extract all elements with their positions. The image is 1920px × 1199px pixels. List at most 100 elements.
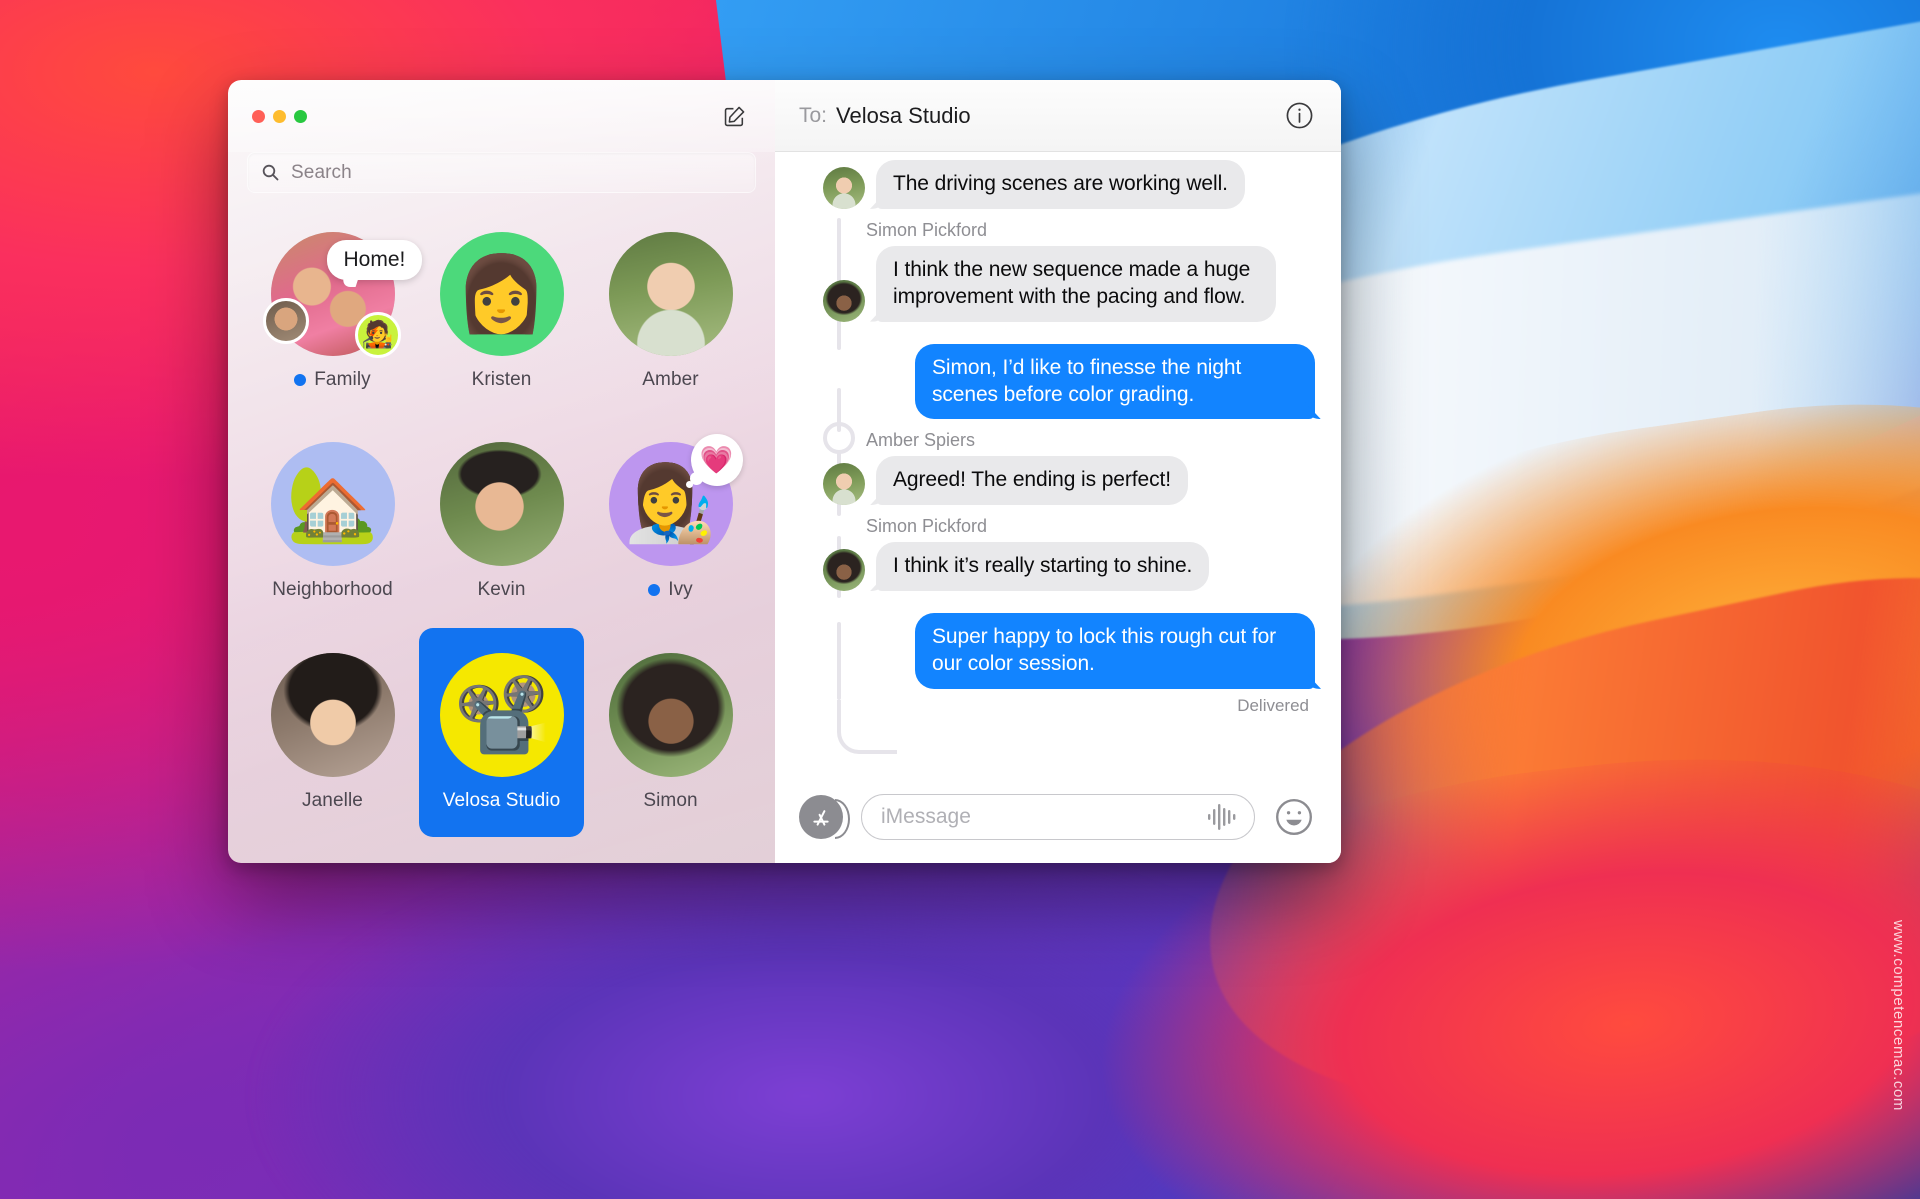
conversation-item-kristen[interactable]: 👩 Kristen [419, 207, 584, 416]
recipient-name: Velosa Studio [836, 102, 971, 128]
message-bubble[interactable]: Simon, I’d like to finesse the night sce… [915, 343, 1315, 420]
message-bubble[interactable]: Agreed! The ending is perfect! [876, 456, 1188, 506]
message-thread[interactable]: The driving scenes are working well. Sim… [775, 152, 1341, 771]
conversation-label: Velosa Studio [443, 790, 561, 812]
watermark: www.competencemac.com [1890, 920, 1907, 1111]
avatar [823, 463, 865, 506]
sender-name: Amber Spiers [866, 430, 976, 451]
message-bubble[interactable]: Super happy to lock this rough cut for o… [915, 613, 1315, 689]
conversation-pane: To: Velosa Studio The driving scenes are… [775, 80, 1341, 863]
conversation-item-simon[interactable]: Simon [588, 628, 753, 837]
contact-photo [270, 653, 395, 778]
avatar-wrap [439, 442, 564, 567]
message-composer: iMessage [775, 771, 1341, 863]
imessage-input[interactable]: iMessage [861, 794, 1255, 840]
heart-reaction-icon: 💗 [689, 434, 743, 487]
conversations-sidebar: Search 🧑‍🎤 Home! Family [228, 80, 775, 863]
message-row: Agreed! The ending is perfect! [801, 456, 1315, 506]
conversation-item-amber[interactable]: Amber [588, 207, 753, 416]
window-traffic-lights [252, 109, 307, 123]
avatar [823, 279, 865, 322]
message-row: The driving scenes are working well. [801, 160, 1315, 209]
conversation-label: Family [294, 369, 371, 391]
avatar [823, 166, 865, 209]
message-row: Super happy to lock this rough cut for o… [801, 613, 1315, 689]
conversation-item-kevin[interactable]: Kevin [419, 418, 584, 627]
conversation-label: Kristen [472, 369, 532, 391]
conversation-name: Kevin [477, 579, 526, 601]
imessage-placeholder: iMessage [881, 805, 971, 828]
unread-dot [294, 373, 307, 386]
avatar-wrap: 📽️ [439, 653, 564, 778]
conversations-grid: 🧑‍🎤 Home! Family 👩 Kristen [228, 193, 775, 863]
conversation-name: Velosa Studio [442, 790, 561, 812]
conversation-item-ivy[interactable]: 👩‍🎨 💗 Ivy [588, 418, 753, 627]
sender-photo [823, 279, 865, 322]
conversation-label: Janelle [302, 790, 363, 812]
zoom-button[interactable] [294, 109, 307, 123]
avatar: 👩 [439, 231, 564, 356]
avatar-wrap: 👩‍🎨 💗 [608, 434, 743, 567]
avatar-wrap [608, 653, 733, 778]
conversation-name: Janelle [302, 790, 363, 812]
conversation-label: Amber [642, 369, 698, 391]
app-store-icon[interactable] [799, 795, 843, 839]
conversation-label: Kevin [477, 579, 525, 601]
search-input[interactable]: Search [247, 152, 756, 193]
smiley-icon[interactable] [1273, 796, 1315, 838]
conversation-item-velosa-studio[interactable]: 📽️ Velosa Studio [419, 628, 584, 837]
conversation-item-janelle[interactable]: Janelle [250, 628, 415, 837]
film-projector-icon: 📽️ [454, 673, 549, 759]
message-preview-bubble: Home! [326, 239, 423, 280]
search-icon [262, 164, 279, 181]
conversation-header: To: Velosa Studio [775, 80, 1341, 152]
conversation-name: Family [314, 368, 371, 390]
conversation-label: Neighborhood [272, 579, 393, 601]
avatar [439, 442, 564, 567]
reply-thread-loop [823, 422, 855, 454]
sender-photo [823, 166, 865, 209]
group-member-avatar-1 [262, 297, 309, 344]
avatar [608, 231, 733, 356]
message-bubble[interactable]: I think the new sequence made a huge imp… [876, 245, 1276, 322]
message-bubble[interactable]: The driving scenes are working well. [876, 160, 1245, 209]
minimize-button[interactable] [273, 109, 286, 123]
sender-name: Simon Pickford [866, 516, 988, 537]
house-emoji-icon: 🏡 [286, 462, 379, 546]
avatar-wrap: 👩 [439, 231, 564, 356]
avatar: 📽️ [439, 653, 564, 778]
avatar-wrap [608, 231, 733, 356]
message-row: Simon, I’d like to finesse the night sce… [801, 343, 1315, 420]
avatar [270, 653, 395, 778]
contact-photo [608, 231, 733, 356]
conversation-name: Ivy [668, 579, 693, 601]
info-icon[interactable] [1285, 101, 1315, 131]
conversation-name: Kristen [471, 368, 532, 390]
compose-icon[interactable] [719, 101, 749, 131]
message-row: I think the new sequence made a huge imp… [801, 245, 1315, 322]
group-member-avatar-2: 🧑‍🎤 [354, 311, 401, 358]
unread-dot [648, 584, 661, 597]
search-placeholder: Search [291, 161, 352, 183]
avatar: 🏡 [270, 442, 395, 567]
sender-name: Simon Pickford [866, 219, 988, 240]
sender-photo [823, 463, 865, 506]
close-button[interactable] [252, 109, 265, 123]
to-label: To: [799, 103, 828, 127]
message-row: I think it’s really starting to shine. [801, 542, 1315, 592]
message-bubble[interactable]: I think it’s really starting to shine. [876, 542, 1210, 592]
audio-waveform-icon[interactable] [1207, 802, 1239, 832]
avatar [608, 653, 733, 778]
reply-thread-end [837, 700, 897, 754]
search-area: Search [228, 152, 775, 193]
conversation-name: Neighborhood [272, 579, 393, 601]
avatar-wrap: 🏡 [270, 442, 395, 567]
messages-window: Search 🧑‍🎤 Home! Family [228, 80, 1341, 863]
memoji-glyph: 👩 [455, 251, 548, 335]
conversation-name: Simon [643, 790, 698, 812]
avatar-wrap: 🧑‍🎤 Home! [262, 231, 423, 358]
conversation-item-neighborhood[interactable]: 🏡 Neighborhood [250, 418, 415, 627]
avatar-wrap [270, 653, 395, 778]
window-titlebar [228, 80, 775, 152]
conversation-item-family[interactable]: 🧑‍🎤 Home! Family [250, 207, 423, 416]
